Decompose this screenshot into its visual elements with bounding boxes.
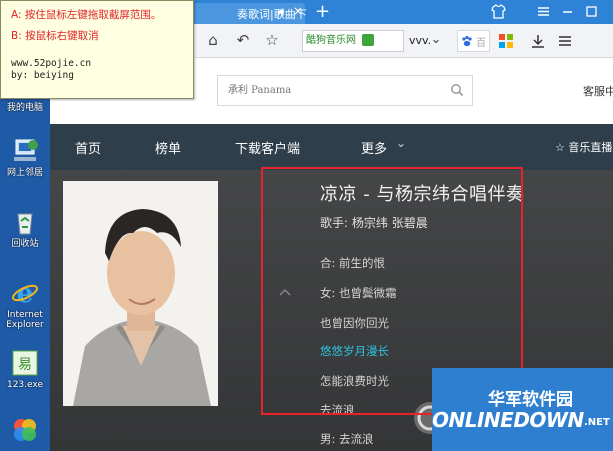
search-box	[217, 75, 473, 106]
secure-site-icon	[362, 34, 375, 46]
address-site-name: 酷狗音乐网	[306, 35, 356, 46]
search-engine-box[interactable]: 百	[457, 30, 490, 52]
watermark-en: ONLINEDOWN	[432, 408, 584, 432]
watermark-badge: 华军软件园 ONLINEDOWN .NET	[432, 368, 613, 451]
desktop-icon-label: 网上邻居	[6, 168, 43, 178]
artist-portrait	[63, 181, 218, 406]
nav-item-more[interactable]: 更多	[361, 138, 387, 157]
desktop-icon-label: Internet Explorer	[6, 310, 44, 330]
desktop-icon-123exe[interactable]: 易 123.exe	[2, 348, 48, 390]
tooltip-author: by: beiying	[11, 70, 74, 81]
search-input[interactable]	[218, 76, 443, 105]
desktop-icon-network[interactable]: 网上邻居	[2, 136, 48, 178]
menu-icon[interactable]	[536, 4, 551, 19]
desktop-icon-label: 回收站	[11, 239, 39, 249]
customer-service-link[interactable]: 客服中	[583, 83, 613, 99]
minimize-icon[interactable]	[560, 4, 575, 19]
recycle-bin-icon	[17, 213, 33, 235]
desktop-icon-photos[interactable]	[2, 415, 48, 447]
desktop-icon-my-computer[interactable]: 我的电脑	[2, 103, 48, 113]
network-icon	[14, 139, 38, 161]
desktop-icon-label: 我的电脑	[6, 103, 43, 113]
svg-text:e: e	[17, 279, 34, 308]
photos-icon	[14, 419, 36, 441]
search-engine-hint: 百	[476, 38, 486, 49]
back-button[interactable]: ↶	[233, 30, 253, 50]
new-tab-button[interactable]: +	[315, 1, 330, 22]
watermark-suffix: .NET	[584, 417, 610, 428]
shirt-icon[interactable]	[491, 4, 506, 19]
nav-item-live[interactable]: ☆ 音乐直播	[555, 139, 612, 155]
address-dropdown-icon[interactable]: ⌄	[429, 30, 443, 50]
tooltip-site: www.52pojie.cn	[11, 58, 92, 69]
browser-toolbar: ⌂ ↶ ☆ 酷狗音乐网 vvv. ⌄ 百	[195, 24, 613, 58]
svg-text:易: 易	[18, 357, 32, 373]
browser-tab-active[interactable]: 奏歌词|歌曲下	[193, 3, 307, 24]
artist-photo	[63, 181, 218, 406]
tab-close-icon[interactable]: ×	[293, 4, 303, 18]
bookmark-star-button[interactable]: ☆	[262, 30, 282, 50]
tooltip-line-a: A: 按住鼠标左键拖取截屏范围。	[11, 9, 162, 21]
nav-item-download-client[interactable]: 下载客户端	[235, 138, 300, 157]
nav-item-charts[interactable]: 榜单	[155, 138, 181, 157]
home-button[interactable]: ⌂	[203, 30, 223, 50]
speaker-icon[interactable]	[277, 7, 287, 17]
download-icon[interactable]	[530, 33, 546, 49]
maximize-icon[interactable]	[584, 4, 599, 19]
screenshot-tooltip: A: 按住鼠标左键拖取截屏范围。 B: 按鼠标右键取消 www.52pojie.…	[0, 0, 194, 99]
hamburger-menu-icon[interactable]	[557, 33, 573, 49]
main-nav: 首页 榜单 下载客户端 更多 ⌄ ☆ 音乐直播	[50, 124, 613, 170]
internet-explorer-icon: e	[12, 279, 38, 308]
watermark-cn: 华军软件园	[488, 390, 573, 410]
desktop-icon-label: 123.exe	[6, 380, 43, 390]
nav-item-home[interactable]: 首页	[75, 138, 101, 157]
chevron-down-icon[interactable]: ⌄	[396, 136, 406, 150]
app-icon: 易	[12, 350, 38, 376]
desktop-icon-recycle-bin[interactable]: 回收站	[2, 207, 48, 249]
search-icon[interactable]	[450, 83, 464, 97]
tooltip-line-b: B: 按鼠标右键取消	[11, 30, 99, 42]
lyric-line: 男: 去流浪	[320, 432, 374, 446]
desktop-icon-ie[interactable]: e Internet Explorer	[2, 278, 48, 330]
apps-grid-icon[interactable]	[499, 34, 513, 48]
baidu-paw-icon	[462, 35, 472, 47]
address-bar-segment[interactable]: 酷狗音乐网	[302, 30, 404, 52]
